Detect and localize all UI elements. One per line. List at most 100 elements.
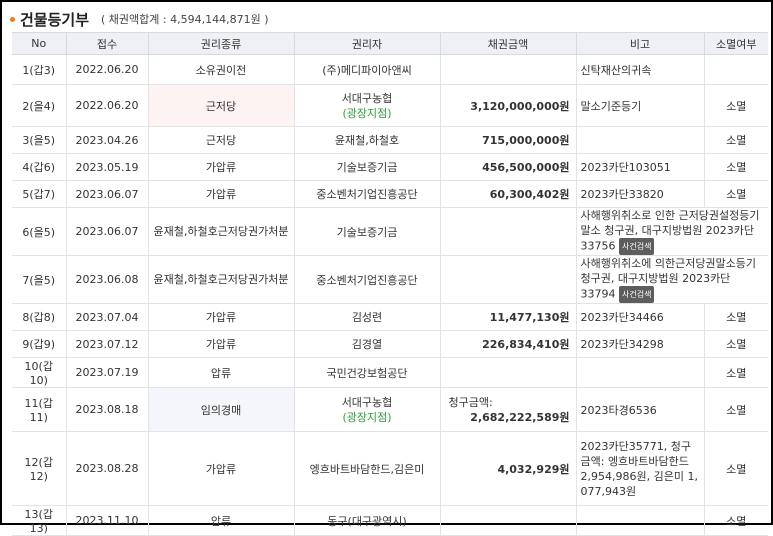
col-status: 소멸여부 [703,32,768,55]
cell-amount: 3,120,000,000원 [439,84,577,127]
cell-note [575,126,705,154]
cell-date: 2022.06.20 [65,84,149,127]
cell-date: 2023.06.08 [65,255,149,304]
cell-kind: 압류 [147,357,295,388]
cell-note: 사해행위취소에 의한근저당권말소등기청구권, 대구지방법원 2023카단3379… [575,255,768,304]
table-header-row: No 접수 권리종류 권리자 채권금액 비고 소멸여부 [12,32,768,55]
cell-date: 2023.05.19 [65,153,149,181]
claim-total: ( 채권액합계 : 4,594,144,871원 ) [101,13,269,26]
cell-holder: 김경열 [293,330,441,358]
cell-holder: 국민건강보험공단 [293,357,441,388]
table-row: 13(갑13) 2023.11.10 압류 동구(대구광역시) 소멸 [12,505,768,536]
cell-no: 11(갑11) [12,387,67,432]
bullet-icon [10,16,15,22]
col-note: 비고 [575,32,705,55]
cell-note: 2023카단34466 [575,303,705,331]
cell-date: 2023.07.19 [65,357,149,388]
cell-note: 2023카단33820 [575,180,705,208]
cell-no: 2(을4) [12,84,67,127]
table-row: 6(을5) 2023.06.07 윤재철,하철호근저당권가처분 기술보증기금 사… [12,207,768,256]
cell-amount: 11,477,130원 [439,303,577,331]
cell-amount: 60,300,402원 [439,180,577,208]
cell-note: 사해행위취소로 인한 근저당권설정등기 말소 청구권, 대구지방법원 2023카… [575,207,768,256]
cell-date: 2023.06.07 [65,180,149,208]
table-row: 9(갑9) 2023.07.12 가압류 김경열 226,834,410원 20… [12,330,768,358]
cell-holder: 중소벤처기업진흥공단 [293,255,441,304]
amount-value: 2,682,222,589원 [470,410,570,424]
cell-note: 2023카단34298 [575,330,705,358]
cell-kind: 가압류 [147,431,295,506]
registry-table: No 접수 권리종류 권리자 채권금액 비고 소멸여부 1(갑3) 2022.0… [12,32,768,536]
table-row: 5(갑7) 2023.06.07 가압류 중소벤처기업진흥공단 60,300,4… [12,180,768,208]
table-row: 11(갑11) 2023.08.18 임의경매 서대구농협 (광장지점) 청구금… [12,387,768,432]
cell-kind: 소유권이전 [147,54,295,85]
cell-holder: 기술보증기금 [293,153,441,181]
cell-amount: 청구금액: 2,682,222,589원 [439,387,577,432]
holder-branch: (광장지점) [342,106,392,120]
cell-amount: 456,500,000원 [439,153,577,181]
cell-status: 소멸 [703,505,768,536]
table-row: 2(을4) 2022.06.20 근저당 서대구농협 (광장지점) 3,120,… [12,84,768,127]
cell-status: 소멸 [703,126,768,154]
holder-name: 서대구농협 [341,91,393,105]
cell-no: 9(갑9) [12,330,67,358]
cell-holder: 윤재철,하철호 [293,126,441,154]
cell-kind: 가압류 [147,330,295,358]
cell-amount [439,505,577,536]
cell-no: 13(갑13) [12,505,67,536]
table-row: 1(갑3) 2022.06.20 소유권이전 (주)메디파이아앤씨 신탁재산의귀… [12,54,768,85]
cell-kind: 윤재철,하철호근저당권가처분 [147,255,295,304]
cell-date: 2023.08.18 [65,387,149,432]
cell-note: 2023타경6536 [575,387,705,432]
col-holder: 권리자 [293,32,441,55]
cell-amount: 226,834,410원 [439,330,577,358]
cell-status: 소멸 [703,180,768,208]
amount-prefix: 청구금액: [448,395,493,409]
cell-holder: 서대구농협 (광장지점) [293,84,441,127]
cell-note [575,505,705,536]
cell-status: 소멸 [703,431,768,506]
cell-note: 2023카단103051 [575,153,705,181]
cell-date: 2023.06.07 [65,207,149,256]
cell-date: 2023.07.12 [65,330,149,358]
col-amount: 채권금액 [439,32,577,55]
cell-holder: (주)메디파이아앤씨 [293,54,441,85]
cell-holder: 중소벤처기업진흥공단 [293,180,441,208]
cell-no: 6(을5) [12,207,67,256]
cell-holder: 동구(대구광역시) [293,505,441,536]
cell-amount: 715,000,000원 [439,126,577,154]
cell-status: 소멸 [703,330,768,358]
cell-kind: 윤재철,하철호근저당권가처분 [147,207,295,256]
cell-status: 소멸 [703,84,768,127]
cell-no: 4(갑6) [12,153,67,181]
col-no: No [12,32,67,55]
table-row: 12(갑12) 2023.08.28 가압류 엥흐바트바담한드,김은미 4,03… [12,431,768,506]
cell-status: 소멸 [703,387,768,432]
cell-amount [439,255,577,304]
cell-kind: 근저당 [147,84,295,127]
cell-status: 소멸 [703,153,768,181]
cell-kind: 가압류 [147,303,295,331]
cell-no: 10(갑10) [12,357,67,388]
section-title: 건물등기부 [20,10,90,29]
cell-no: 12(갑12) [12,431,67,506]
note-text: 사해행위취소에 의한근저당권말소등기청구권, 대구지방법원 2023카단3379… [580,257,757,301]
cell-date: 2023.11.10 [65,505,149,536]
cell-date: 2023.07.04 [65,303,149,331]
col-date: 접수 [65,32,149,55]
cell-note [575,357,705,388]
case-search-button[interactable]: 사건검색 [619,286,655,303]
cell-kind: 압류 [147,505,295,536]
cell-amount [439,207,577,256]
cell-status: 소멸 [703,357,768,388]
cell-no: 7(을5) [12,255,67,304]
note-text: 사해행위취소로 인한 근저당권설정등기 말소 청구권, 대구지방법원 2023카… [580,209,760,253]
table-row: 8(갑8) 2023.07.04 가압류 김성련 11,477,130원 202… [12,303,768,331]
section-header: 건물등기부 ( 채권액합계 : 4,594,144,871원 ) [10,8,269,30]
cell-date: 2023.04.26 [65,126,149,154]
holder-name: 서대구농협 [341,395,393,409]
cell-amount [439,357,577,388]
cell-date: 2023.08.28 [65,431,149,506]
cell-no: 3(을5) [12,126,67,154]
case-search-button[interactable]: 사건검색 [619,238,655,255]
